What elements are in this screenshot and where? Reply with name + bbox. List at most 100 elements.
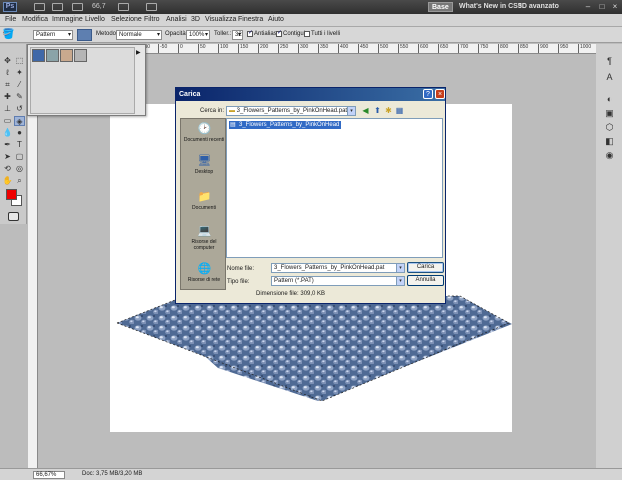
zoom-tool-icon[interactable]: ⌕ xyxy=(14,176,25,186)
back-icon[interactable]: ◀ xyxy=(361,106,370,115)
eraser-tool-icon[interactable]: ▭ xyxy=(2,116,13,126)
layers-panel-icon[interactable]: ◧ xyxy=(604,136,615,147)
vertical-ruler xyxy=(28,54,38,468)
bridge-icon[interactable] xyxy=(34,3,45,11)
menu-finestra[interactable]: Finestra xyxy=(238,16,263,23)
network-icon: 🌐 xyxy=(197,263,212,275)
menu-analisi[interactable]: Analisi xyxy=(166,16,187,23)
pattern-swatch-1[interactable] xyxy=(32,49,45,62)
load-button[interactable]: Carica xyxy=(407,262,444,273)
path-selection-tool-icon[interactable]: ➤ xyxy=(2,152,13,162)
ruler-mark: 200 xyxy=(258,44,268,53)
menu-immagine[interactable]: Immagine xyxy=(52,16,83,23)
dodge-tool-icon[interactable]: ● xyxy=(14,128,25,138)
pattern-picker-button[interactable] xyxy=(77,29,92,41)
paint-bucket-icon[interactable]: 🪣 xyxy=(2,29,14,41)
paragraph-panel-icon[interactable]: ¶ xyxy=(604,56,615,67)
mini-bridge-icon[interactable] xyxy=(52,3,63,11)
hand-tool-icon[interactable]: ✋ xyxy=(2,176,13,186)
pattern-swatch-2[interactable] xyxy=(46,49,59,62)
3d-panel-icon[interactable]: ⬡ xyxy=(604,122,615,133)
move-tool-icon[interactable]: ✥ xyxy=(2,56,13,66)
3d-rotate-tool-icon[interactable]: ⟲ xyxy=(2,164,13,174)
look-in-select[interactable]: ▬ 3_Flowers_Patterns_by_PinkOnHead.pat ▾ xyxy=(226,106,356,116)
status-zoom-field[interactable]: 66,67% xyxy=(33,471,65,479)
fill-source-select[interactable]: Pattern xyxy=(33,30,73,40)
place-network[interactable]: 🌐 Risorse di rete xyxy=(181,263,227,283)
computer-icon: 💻 xyxy=(197,225,212,237)
workspace-base[interactable]: Base xyxy=(428,2,453,12)
3d-camera-tool-icon[interactable]: ◎ xyxy=(14,164,25,174)
brush-tool-icon[interactable]: ✎ xyxy=(14,92,25,102)
cancel-button[interactable]: Annulla xyxy=(407,275,444,286)
filename-dropdown-icon[interactable]: ▾ xyxy=(396,264,404,272)
place-documents[interactable]: 📁 Documenti xyxy=(181,191,227,211)
masks-panel-icon[interactable]: ▣ xyxy=(604,108,615,119)
clone-stamp-tool-icon[interactable]: ⊥ xyxy=(2,104,13,114)
screen-mode-icon[interactable] xyxy=(146,3,157,11)
up-folder-icon[interactable]: ⬆ xyxy=(373,106,382,115)
eyedropper-tool-icon[interactable]: ⁄ xyxy=(14,80,25,90)
antialias-checkbox[interactable] xyxy=(247,29,253,37)
history-brush-tool-icon[interactable]: ↺ xyxy=(14,104,25,114)
menu-visualizza[interactable]: Visualizza xyxy=(205,16,236,23)
channels-panel-icon[interactable]: ◉ xyxy=(604,150,615,161)
marquee-tool-icon[interactable]: ⬚ xyxy=(14,56,25,66)
ruler-mark: 600 xyxy=(418,44,428,53)
place-computer[interactable]: 💻 Risorse del computer xyxy=(181,225,227,251)
view-extras-icon[interactable] xyxy=(72,3,83,11)
menu-filtro[interactable]: Filtro xyxy=(144,16,160,23)
workspace-3d[interactable]: 3D avanzato xyxy=(515,2,562,12)
opacita-field[interactable]: 100% xyxy=(186,30,210,40)
close-icon[interactable]: × xyxy=(610,2,620,11)
pattern-swatch-4[interactable] xyxy=(74,49,87,62)
foreground-color-swatch[interactable] xyxy=(6,189,17,200)
opacita-label: Opacità: xyxy=(165,31,188,37)
menu-3d[interactable]: 3D xyxy=(191,16,200,23)
blur-tool-icon[interactable]: 💧 xyxy=(2,128,13,138)
adjustments-panel-icon[interactable]: ◐ xyxy=(604,94,615,105)
toller-field[interactable]: 32 xyxy=(232,30,243,40)
menu-modifica[interactable]: Modifica xyxy=(22,16,48,23)
magic-wand-tool-icon[interactable]: ✦ xyxy=(14,68,25,78)
ruler-mark: 950 xyxy=(558,44,568,53)
place-recent[interactable]: 🕑 Documenti recenti xyxy=(181,123,227,143)
zoom-level[interactable]: 66,7 xyxy=(92,3,106,10)
crop-tool-icon[interactable]: ⌗ xyxy=(2,80,13,90)
file-list[interactable]: ▤ 3_Flowers_Patterns_by_PinkOnHead xyxy=(226,118,443,258)
menu-aiuto[interactable]: Aiuto xyxy=(268,16,284,23)
pattern-picker-popup: ▶ xyxy=(27,44,146,116)
metodo-select[interactable]: Normale xyxy=(116,30,162,40)
file-item-selected[interactable]: ▤ 3_Flowers_Patterns_by_PinkOnHead xyxy=(229,121,342,129)
filetype-select[interactable]: Pattern (*.PAT) ▾ xyxy=(271,276,405,286)
dialog-help-button[interactable]: ? xyxy=(423,89,433,99)
menu-selezione[interactable]: Selezione xyxy=(111,16,142,23)
pen-tool-icon[interactable]: ✒ xyxy=(2,140,13,150)
ruler-mark: 250 xyxy=(278,44,288,53)
filetype-dropdown-icon[interactable]: ▾ xyxy=(396,277,404,285)
filename-input[interactable]: 3_Flowers_Patterns_by_PinkOnHead.pat ▾ xyxy=(271,263,405,273)
place-desktop[interactable]: 🖥 Desktop xyxy=(181,155,227,175)
view-menu-icon[interactable]: ▦ xyxy=(395,106,404,115)
dialog-close-button[interactable]: × xyxy=(435,89,445,99)
menu-livello[interactable]: Livello xyxy=(85,16,105,23)
look-in-dropdown-icon[interactable]: ▾ xyxy=(347,107,355,115)
antialias-label: Antialias xyxy=(254,31,277,37)
shape-tool-icon[interactable]: ▢ xyxy=(14,152,25,162)
pattern-swatch-3[interactable] xyxy=(60,49,73,62)
picker-menu-arrow-icon[interactable]: ▶ xyxy=(136,49,141,56)
vertical-scrollbar[interactable] xyxy=(596,44,600,468)
menu-file[interactable]: File xyxy=(5,16,16,23)
paint-bucket-tool-icon[interactable]: ◈ xyxy=(14,116,25,126)
healing-brush-tool-icon[interactable]: ✚ xyxy=(2,92,13,102)
minimize-icon[interactable]: – xyxy=(583,2,593,11)
tutti-livelli-checkbox[interactable] xyxy=(304,31,310,37)
arrange-documents-icon[interactable] xyxy=(118,3,129,11)
maximize-icon[interactable]: □ xyxy=(597,2,607,11)
character-panel-icon[interactable]: A xyxy=(604,72,615,83)
new-folder-icon[interactable]: ✱ xyxy=(384,106,393,115)
lasso-tool-icon[interactable]: ℓ xyxy=(2,68,13,78)
type-tool-icon[interactable]: T xyxy=(14,140,25,150)
quick-mask-icon[interactable] xyxy=(8,212,19,221)
contigui-checkbox[interactable] xyxy=(276,29,282,37)
